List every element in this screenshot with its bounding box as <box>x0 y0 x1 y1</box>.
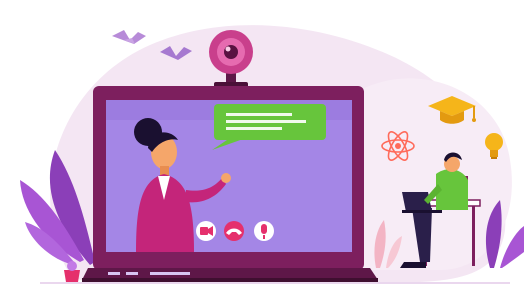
ground-line <box>40 282 510 284</box>
video-camera-button[interactable] <box>196 221 216 241</box>
online-class-illustration <box>0 0 524 296</box>
laptop-base-edge <box>82 278 378 282</box>
end-call-button[interactable] <box>224 221 244 241</box>
microphone-button[interactable] <box>254 221 274 241</box>
illustration-canvas <box>20 25 524 284</box>
bird-icon <box>112 30 146 44</box>
video-camera-icon <box>200 226 213 236</box>
